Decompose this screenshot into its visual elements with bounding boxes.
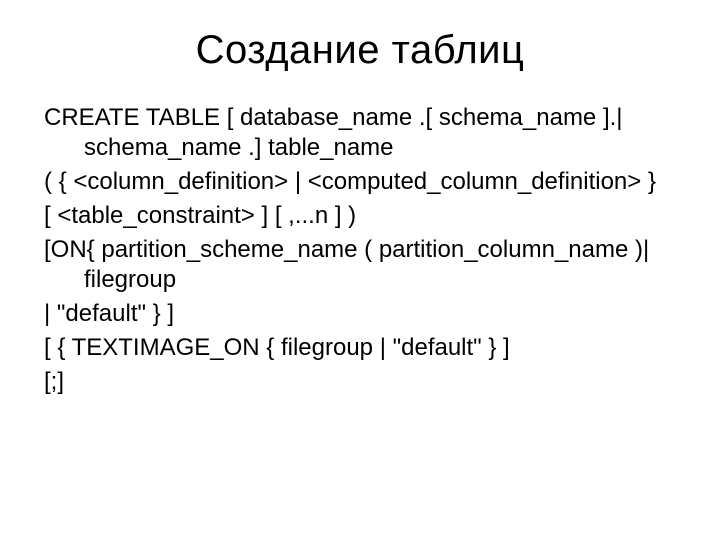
code-line: [ON{ partition_scheme_name ( partition_c… <box>44 235 676 295</box>
slide-body: CREATE TABLE [ database_name .[ schema_n… <box>44 103 676 397</box>
code-line: CREATE TABLE [ database_name .[ schema_n… <box>44 103 676 163</box>
code-line: [ <table_constraint> ] [ ,...n ] ) <box>44 201 676 231</box>
code-line: | "default" } ] <box>44 299 676 329</box>
slide-title: Создание таблиц <box>44 28 676 73</box>
code-line: ( { <column_definition> | <computed_colu… <box>44 167 676 197</box>
code-line: [ { TEXTIMAGE_ON { filegroup | "default"… <box>44 333 676 363</box>
slide: Создание таблиц CREATE TABLE [ database_… <box>0 0 720 540</box>
code-line: [;] <box>44 367 676 397</box>
